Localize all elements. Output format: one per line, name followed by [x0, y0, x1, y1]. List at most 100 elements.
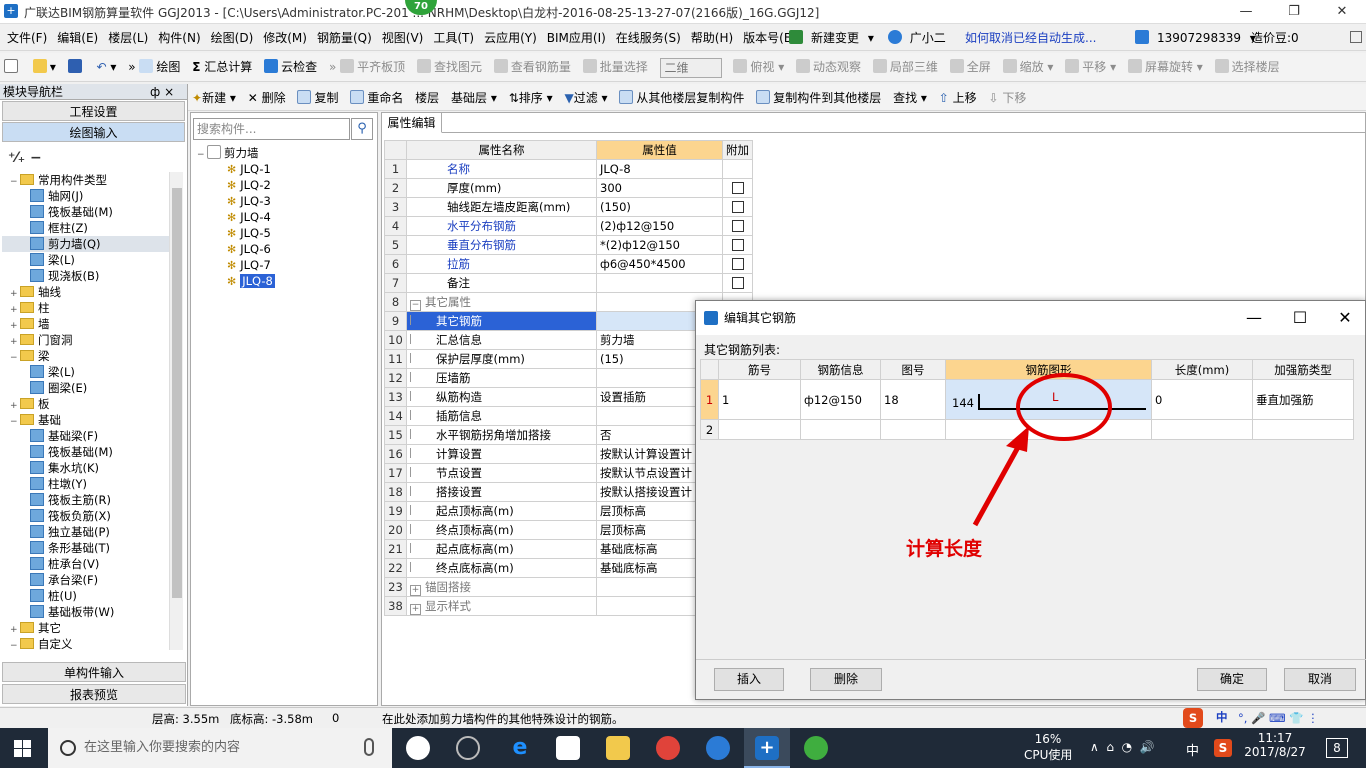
tree-item[interactable]: 桩(U)	[2, 588, 172, 604]
find-button[interactable]: 查找 ▾	[889, 84, 931, 113]
prop-attach-cell[interactable]	[722, 273, 753, 293]
copy-from-floor-button[interactable]: 从其他楼层复制构件	[615, 84, 748, 113]
menu-item[interactable]: 绘图(D)	[206, 25, 259, 51]
menu-item[interactable]: 云应用(Y)	[479, 25, 542, 51]
ortho-button[interactable]: 俯视 ▾	[729, 53, 788, 82]
new-change-menu[interactable]: 新建变更 ▾	[784, 25, 879, 51]
component-item[interactable]: ✻ JLQ-3	[197, 193, 275, 209]
prop-value-cell[interactable]: ф6@450*4500	[596, 254, 723, 274]
minimize-icon[interactable]: —	[1226, 2, 1266, 22]
menu-item[interactable]: 楼层(L)	[103, 25, 153, 51]
menu-item[interactable]: 构件(N)	[153, 25, 205, 51]
prop-value-cell[interactable]: 300	[596, 178, 723, 198]
tree-item[interactable]: 承台梁(F)	[2, 572, 172, 588]
rebar-info-cell[interactable]	[800, 419, 881, 440]
figure-no-cell[interactable]	[880, 419, 946, 440]
menu-item[interactable]: 工具(T)	[428, 25, 479, 51]
menu-item[interactable]: 视图(V)	[377, 25, 429, 51]
tree-item[interactable]: 现浇板(B)	[2, 268, 172, 284]
tree-item[interactable]: 筏板基础(M)	[2, 204, 172, 220]
tree-folder[interactable]: + 柱	[2, 300, 172, 316]
menu-item[interactable]: 编辑(E)	[52, 25, 103, 51]
sort-button[interactable]: ⇅排序 ▾	[505, 84, 557, 113]
windows-start-icon[interactable]	[14, 740, 31, 757]
floor-select[interactable]: 基础层 ▾	[447, 84, 501, 113]
tree-folder[interactable]: − 基础	[2, 412, 172, 428]
active-app-tile[interactable]: +	[744, 728, 790, 768]
help-tip-link[interactable]: 如何取消已经自动生成...	[960, 25, 1101, 51]
local-3d-button[interactable]: 局部三维	[869, 53, 942, 82]
shape-dimension[interactable]: 144	[952, 396, 974, 410]
tree-folder[interactable]: − 常用构件类型	[2, 172, 172, 188]
rebar-shape-cell[interactable]: 144 L	[945, 379, 1152, 420]
sogou-ime-icon[interactable]: S	[1183, 708, 1203, 728]
tree-item[interactable]: 条形基础(T)	[2, 540, 172, 556]
cloud-check-button[interactable]: 云检查	[260, 53, 321, 82]
tree-item[interactable]: 圈梁(E)	[2, 380, 172, 396]
search-icon[interactable]: ⚲	[351, 118, 373, 140]
glodon-g-icon[interactable]	[706, 736, 730, 760]
attach-checkbox[interactable]	[731, 182, 744, 194]
tree-item[interactable]: 剪力墙(Q)	[2, 236, 172, 252]
component-item[interactable]: ✻ JLQ-7	[197, 257, 275, 273]
collapse-icon[interactable]: −	[410, 299, 421, 311]
user-account[interactable]: 13907298339 ▾	[1130, 25, 1261, 51]
draw-input-button[interactable]: 绘图输入	[2, 122, 185, 142]
bar-no-cell[interactable]	[718, 419, 801, 440]
collapse-icon[interactable]: −	[10, 638, 20, 650]
reinforce-type-cell[interactable]: 垂直加强筋	[1252, 379, 1354, 420]
tree-folder[interactable]: + 门窗洞	[2, 332, 172, 348]
copy-component-button[interactable]: 复制	[293, 84, 342, 113]
zoom-button[interactable]: 缩放 ▾	[999, 53, 1058, 82]
attach-checkbox[interactable]	[731, 239, 744, 251]
length-cell[interactable]	[1151, 419, 1253, 440]
menu-item[interactable]: 钢筋量(Q)	[312, 25, 377, 51]
tab-property-edit[interactable]: 属性编辑	[382, 113, 442, 133]
component-item[interactable]: ✻ JLQ-5	[197, 225, 275, 241]
rename-button[interactable]: 重命名	[346, 84, 407, 113]
prop-attach-cell[interactable]	[722, 254, 753, 274]
rebar-info-cell[interactable]: ф12@150	[800, 379, 881, 420]
expand-icon[interactable]: +	[410, 603, 421, 615]
property-row[interactable]: 1 名称 JLQ-8	[384, 159, 753, 179]
tree-item[interactable]: 集水坑(K)	[2, 460, 172, 476]
batch-select-button[interactable]: 批量选择	[579, 53, 652, 82]
dialog-minimize-icon[interactable]: —	[1232, 301, 1276, 335]
tree-folder[interactable]: + 板	[2, 396, 172, 412]
notification-icon[interactable]: 8	[1326, 738, 1348, 758]
ime-tools-icons[interactable]: °, 🎤 ⌨ 👕 ⋮	[1238, 711, 1319, 725]
tree-folder[interactable]: + 其它	[2, 620, 172, 636]
prop-attach-cell[interactable]	[722, 235, 753, 255]
find-element-button[interactable]: 查找图元	[413, 53, 486, 82]
component-item[interactable]: ✻ JLQ-8	[197, 273, 275, 289]
move-up-button[interactable]: ⇧ 上移	[935, 84, 981, 113]
restore-icon[interactable]: ❐	[1274, 2, 1314, 22]
delete-row-button[interactable]: 删除	[810, 668, 882, 691]
length-cell[interactable]: 0	[1151, 379, 1253, 420]
project-settings-button[interactable]: 工程设置	[2, 101, 185, 121]
microphone-icon[interactable]	[364, 738, 374, 756]
prop-attach-cell[interactable]	[722, 197, 753, 217]
ime-lang[interactable]: 中	[1216, 709, 1228, 725]
draw-button[interactable]: » 绘图	[124, 53, 184, 82]
component-root[interactable]: − 剪力墙	[197, 145, 275, 161]
figure-no-cell[interactable]: 18	[880, 379, 946, 420]
save-button[interactable]	[64, 53, 89, 82]
tree-item[interactable]: 柱墩(Y)	[2, 476, 172, 492]
browser-app-icon[interactable]	[456, 736, 480, 760]
new-file-button[interactable]	[0, 53, 25, 82]
pan-button[interactable]: 平移 ▾	[1061, 53, 1120, 82]
edge-icon[interactable]: e	[508, 736, 532, 760]
attach-checkbox[interactable]	[731, 220, 744, 232]
reinforce-type-cell[interactable]	[1252, 419, 1354, 440]
property-row[interactable]: 2 厚度(mm) 300	[384, 178, 753, 198]
tree-folder[interactable]: + 轴线	[2, 284, 172, 300]
prop-value-cell[interactable]: JLQ-8	[596, 159, 723, 179]
cpu-widget[interactable]: 16% CPU使用	[1024, 732, 1072, 763]
move-down-button[interactable]: ⇩ 下移	[984, 84, 1030, 113]
tree-item[interactable]: 筏板主筋(R)	[2, 492, 172, 508]
attach-checkbox[interactable]	[731, 258, 744, 270]
file-explorer-icon[interactable]	[606, 736, 630, 760]
bar-no-cell[interactable]: 1	[718, 379, 801, 420]
rebar-row[interactable]: 1 1 ф12@150 18 144 L 0 垂直加强筋	[700, 379, 1354, 420]
